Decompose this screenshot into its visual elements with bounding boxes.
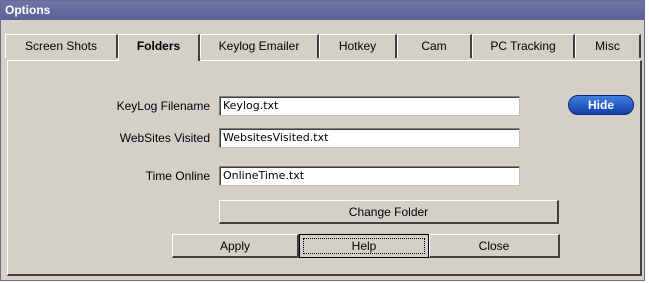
- help-button[interactable]: Help: [299, 234, 429, 258]
- tab-label: Screen Shots: [24, 39, 98, 53]
- tab-label: PC Tracking: [490, 39, 556, 53]
- tab-label: Keylog Emailer: [218, 39, 300, 53]
- websites-visited-field[interactable]: WebsitesVisited.txt: [219, 128, 520, 148]
- time-online-label: Time Online: [145, 169, 210, 183]
- tab-keylog-emailer[interactable]: Keylog Emailer: [200, 34, 319, 58]
- tab-label: Misc: [595, 39, 620, 53]
- keylog-filename-field[interactable]: Keylog.txt: [219, 96, 520, 116]
- websites-visited-label: WebSites Visited: [119, 131, 210, 145]
- tab-hotkey[interactable]: Hotkey: [319, 34, 397, 58]
- time-online-field[interactable]: OnlineTime.txt: [219, 166, 520, 186]
- hide-button[interactable]: Hide: [568, 95, 634, 115]
- change-folder-button[interactable]: Change Folder: [219, 200, 559, 224]
- keylog-filename-label: KeyLog Filename: [116, 99, 210, 113]
- apply-button[interactable]: Apply: [172, 234, 299, 258]
- focus-ring: [303, 238, 425, 254]
- window-title: Options: [1, 1, 644, 20]
- close-button[interactable]: Close: [429, 234, 560, 258]
- tab-folders[interactable]: Folders: [118, 34, 200, 61]
- tab-pc-tracking[interactable]: PC Tracking: [472, 34, 575, 58]
- tab-label: Hotkey: [338, 39, 377, 53]
- tab-cam[interactable]: Cam: [397, 34, 472, 58]
- tab-label: Folders: [136, 39, 181, 53]
- tab-label: Cam: [421, 39, 447, 53]
- tab-misc[interactable]: Misc: [575, 34, 641, 58]
- options-window: Options Screen Shots Folders Keylog Emai…: [0, 0, 645, 281]
- tab-screen-shots[interactable]: Screen Shots: [5, 34, 118, 58]
- folders-panel: KeyLog Filename Keylog.txt Hide WebSites…: [7, 60, 642, 276]
